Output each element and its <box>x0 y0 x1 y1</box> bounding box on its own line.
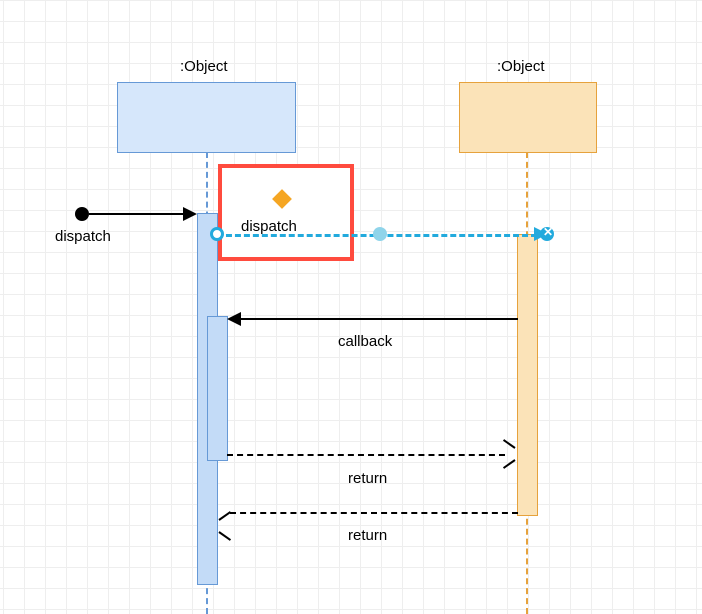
selection-end-handle[interactable]: ✕ <box>540 227 554 241</box>
selection-bounding-box[interactable] <box>218 164 354 261</box>
found-dispatch-arrow[interactable] <box>89 213 185 215</box>
return-outer-arrow[interactable] <box>230 512 518 514</box>
dispatch-label[interactable]: dispatch <box>241 218 297 235</box>
selection-mid-handle[interactable] <box>373 227 387 241</box>
object2-label: :Object <box>497 58 545 75</box>
selection-start-handle[interactable] <box>210 227 224 241</box>
object1-head[interactable] <box>117 82 296 153</box>
return-outer-arrowhead-icon <box>217 519 231 533</box>
callback-arrow[interactable] <box>240 318 518 320</box>
object1-label: :Object <box>180 58 228 75</box>
return-inner-label[interactable]: return <box>348 470 387 487</box>
found-message-origin-icon <box>75 207 89 221</box>
object2-head[interactable] <box>459 82 597 153</box>
found-dispatch-arrowhead-icon <box>183 207 197 221</box>
object1-activation-inner[interactable] <box>207 316 228 461</box>
return-inner-arrowhead-icon <box>503 447 517 461</box>
found-dispatch-label[interactable]: dispatch <box>55 228 111 245</box>
return-inner-arrow[interactable] <box>227 454 505 456</box>
callback-label[interactable]: callback <box>338 333 392 350</box>
diagram-canvas[interactable]: :Object :Object dispatch dispatch ✕ call… <box>0 0 702 614</box>
object2-activation[interactable] <box>517 234 538 516</box>
return-outer-label[interactable]: return <box>348 527 387 544</box>
close-icon: ✕ <box>543 225 553 239</box>
callback-arrowhead-icon <box>227 312 241 326</box>
